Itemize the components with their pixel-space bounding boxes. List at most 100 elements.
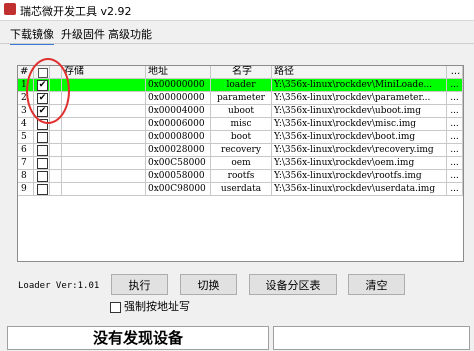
row-browse-button[interactable]: ... <box>447 105 463 118</box>
table-header: # 存储 地址 名字 路径 ... <box>18 66 463 79</box>
clear-button[interactable]: 清空 <box>348 274 405 295</box>
row-path[interactable]: Y:\356x-linux\rockdev\uboot.img <box>272 105 447 118</box>
table-row[interactable]: 3 ✔ 0x00004000 uboot Y:\356x-linux\rockdev\u… <box>18 105 463 118</box>
row-checkbox[interactable] <box>37 184 48 195</box>
row-name[interactable]: boot <box>211 131 272 144</box>
row-check-cell[interactable] <box>34 131 50 144</box>
header-address: 地址 <box>146 66 211 79</box>
row-path[interactable]: Y:\356x-linux\rockdev\misc.img <box>272 118 447 131</box>
row-name[interactable]: uboot <box>211 105 272 118</box>
row-name[interactable]: userdata <box>211 183 272 196</box>
row-spacer <box>50 144 62 157</box>
row-address[interactable]: 0x00006000 <box>146 118 211 131</box>
tab-bar: 下载镜像 升级固件 高级功能 <box>0 21 474 45</box>
row-num: 4 <box>18 118 34 131</box>
table-row[interactable]: 9 0x00C98000 userdata Y:\356x-linux\rockdev… <box>18 183 463 196</box>
row-address[interactable]: 0x00C98000 <box>146 183 211 196</box>
status-panel <box>273 326 470 350</box>
row-browse-button[interactable]: ... <box>447 144 463 157</box>
table-row[interactable]: 7 0x00C58000 oem Y:\356x-linux\rockdev\oem.… <box>18 157 463 170</box>
row-path[interactable]: Y:\356x-linux\rockdev\boot.img <box>272 131 447 144</box>
row-name[interactable]: parameter <box>211 92 272 105</box>
row-checkbox[interactable] <box>37 145 48 156</box>
row-storage <box>62 144 146 157</box>
row-check-cell[interactable] <box>34 157 50 170</box>
row-path[interactable]: Y:\356x-linux\rockdev\rootfs.img <box>272 170 447 183</box>
table-row[interactable]: 6 0x00028000 recovery Y:\356x-linux\rockdev… <box>18 144 463 157</box>
row-browse-button[interactable]: ... <box>447 183 463 196</box>
row-spacer <box>50 157 62 170</box>
row-address[interactable]: 0x00058000 <box>146 170 211 183</box>
tab-upgrade-firmware[interactable]: 升级固件 <box>61 26 105 42</box>
row-spacer <box>50 131 62 144</box>
row-address[interactable]: 0x00008000 <box>146 131 211 144</box>
row-name[interactable]: misc <box>211 118 272 131</box>
row-name[interactable]: rootfs <box>211 170 272 183</box>
row-browse-button[interactable]: ... <box>447 131 463 144</box>
row-name[interactable]: oem <box>211 157 272 170</box>
row-path[interactable]: Y:\356x-linux\rockdev\MiniLoade... <box>272 79 447 92</box>
row-check-cell[interactable] <box>34 183 50 196</box>
row-checkbox[interactable] <box>37 132 48 143</box>
app-icon <box>4 3 16 15</box>
row-browse-button[interactable]: ... <box>447 118 463 131</box>
device-partition-table-button[interactable]: 设备分区表 <box>249 274 337 295</box>
row-storage <box>62 183 146 196</box>
row-address[interactable]: 0x00C58000 <box>146 157 211 170</box>
force-write-option[interactable]: 强制按地址写 <box>110 298 190 314</box>
row-check-cell[interactable] <box>34 170 50 183</box>
row-storage <box>62 157 146 170</box>
row-address[interactable]: 0x00004000 <box>146 105 211 118</box>
table-empty-row <box>18 248 463 261</box>
window-title: 瑞芯微开发工具 v2.92 <box>20 5 132 18</box>
header-name: 名字 <box>211 66 272 79</box>
row-storage <box>62 170 146 183</box>
tab-advanced[interactable]: 高级功能 <box>108 26 152 42</box>
row-storage <box>62 105 146 118</box>
row-storage <box>62 118 146 131</box>
table-empty-row <box>18 209 463 222</box>
header-storage: 存储 <box>62 66 146 79</box>
row-num: 7 <box>18 157 34 170</box>
table-row[interactable]: 4 0x00006000 misc Y:\356x-linux\rockdev\mis… <box>18 118 463 131</box>
switch-button[interactable]: 切换 <box>180 274 237 295</box>
header-path: 路径 <box>272 66 447 79</box>
loader-version: Loader Ver:1.01 <box>18 281 100 291</box>
table-row[interactable]: 8 0x00058000 rootfs Y:\356x-linux\rockdev\r… <box>18 170 463 183</box>
table-empty-row <box>18 235 463 248</box>
row-browse-button[interactable]: ... <box>447 157 463 170</box>
table-row[interactable]: 2 ✔ 0x00000000 parameter Y:\356x-linux\rockd… <box>18 92 463 105</box>
row-browse-button[interactable]: ... <box>447 79 463 92</box>
execute-button[interactable]: 执行 <box>111 274 168 295</box>
row-spacer <box>50 183 62 196</box>
title-bar: 瑞芯微开发工具 v2.92 <box>0 0 474 21</box>
force-write-label: 强制按地址写 <box>124 300 190 313</box>
row-browse-button[interactable]: ... <box>447 92 463 105</box>
row-check-cell[interactable] <box>34 144 50 157</box>
row-spacer <box>50 170 62 183</box>
row-num: 6 <box>18 144 34 157</box>
force-write-checkbox[interactable] <box>110 301 121 313</box>
row-browse-button[interactable]: ... <box>447 170 463 183</box>
table-empty-row <box>18 196 463 209</box>
table-row[interactable]: 1 ✔ 0x00000000 loader Y:\356x-linux\rockdev\… <box>18 79 463 92</box>
row-path[interactable]: Y:\356x-linux\rockdev\parameter... <box>272 92 447 105</box>
row-num: 5 <box>18 131 34 144</box>
row-address[interactable]: 0x00000000 <box>146 92 211 105</box>
row-name[interactable]: recovery <box>211 144 272 157</box>
table-row[interactable]: 5 0x00008000 boot Y:\356x-linux\rockdev\boo… <box>18 131 463 144</box>
partition-table: # 存储 地址 名字 路径 ... 1 ✔ 0x00000000 loader Y:\3… <box>17 65 464 262</box>
row-name[interactable]: loader <box>211 79 272 92</box>
row-checkbox[interactable] <box>37 158 48 169</box>
row-address[interactable]: 0x00000000 <box>146 79 211 92</box>
row-checkbox[interactable] <box>37 171 48 182</box>
row-path[interactable]: Y:\356x-linux\rockdev\userdata.img <box>272 183 447 196</box>
header-more: ... <box>447 66 463 79</box>
row-num: 9 <box>18 183 34 196</box>
annotation-circle <box>26 58 70 124</box>
row-address[interactable]: 0x00028000 <box>146 144 211 157</box>
row-path[interactable]: Y:\356x-linux\rockdev\recovery.img <box>272 144 447 157</box>
row-storage <box>62 92 146 105</box>
table-empty-row <box>18 222 463 235</box>
row-path[interactable]: Y:\356x-linux\rockdev\oem.img <box>272 157 447 170</box>
